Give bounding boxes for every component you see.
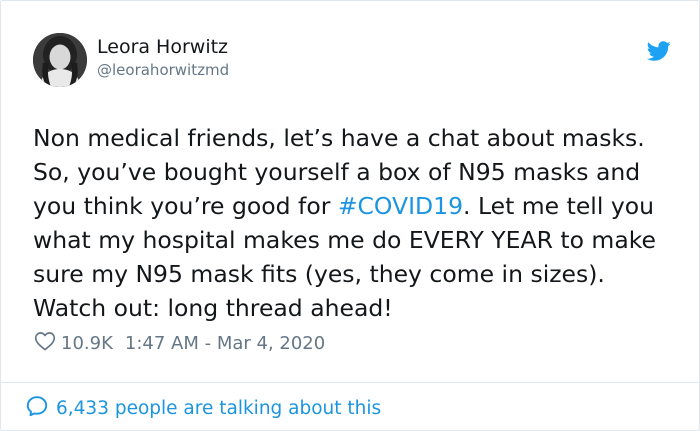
- tweet-line: you think you’re good for #COVID19. Let …: [33, 192, 654, 220]
- user-name[interactable]: Leora Horwitz: [97, 35, 228, 59]
- tweet-text: Non medical friends, let’s have a chat a…: [33, 121, 683, 325]
- twitter-bird-icon[interactable]: [646, 39, 671, 63]
- tweet-line: Watch out: long thread ahead!: [33, 294, 393, 322]
- timestamp[interactable]: 1:47 AM - Mar 4, 2020: [125, 333, 325, 354]
- tweet-line: Non medical friends, let’s have a chat a…: [33, 124, 645, 152]
- like-count[interactable]: 10.9K: [61, 333, 113, 354]
- tweet-meta: 10.9K 1:47 AM - Mar 4, 2020: [34, 331, 325, 355]
- tweet-line-segment: you think you’re good for: [33, 192, 338, 220]
- user-handle[interactable]: @leorahorwitzmd: [97, 60, 229, 80]
- conversation-label[interactable]: 6,433 people are talking about this: [56, 398, 381, 419]
- conversation-link[interactable]: 6,433 people are talking about this: [25, 395, 381, 421]
- tweet-header: Leora Horwitz @leorahorwitzmd: [33, 33, 673, 89]
- tweet-line: So, you’ve bought yourself a box of N95 …: [33, 158, 641, 186]
- heart-icon[interactable]: [34, 331, 61, 356]
- speech-bubble-icon: [25, 394, 56, 423]
- tweet-line-segment: . Let me tell you: [463, 192, 654, 220]
- avatar[interactable]: [33, 33, 87, 87]
- tweet-line: sure my N95 mask fits (yes, they come in…: [33, 260, 605, 288]
- tweet-card: Leora Horwitz @leorahorwitzmd Non medica…: [0, 0, 700, 431]
- hashtag-link[interactable]: #COVID19: [338, 192, 463, 220]
- tweet-line: what my hospital makes me do EVERY YEAR …: [33, 226, 656, 254]
- avatar-image: [33, 33, 87, 87]
- divider: [1, 382, 699, 383]
